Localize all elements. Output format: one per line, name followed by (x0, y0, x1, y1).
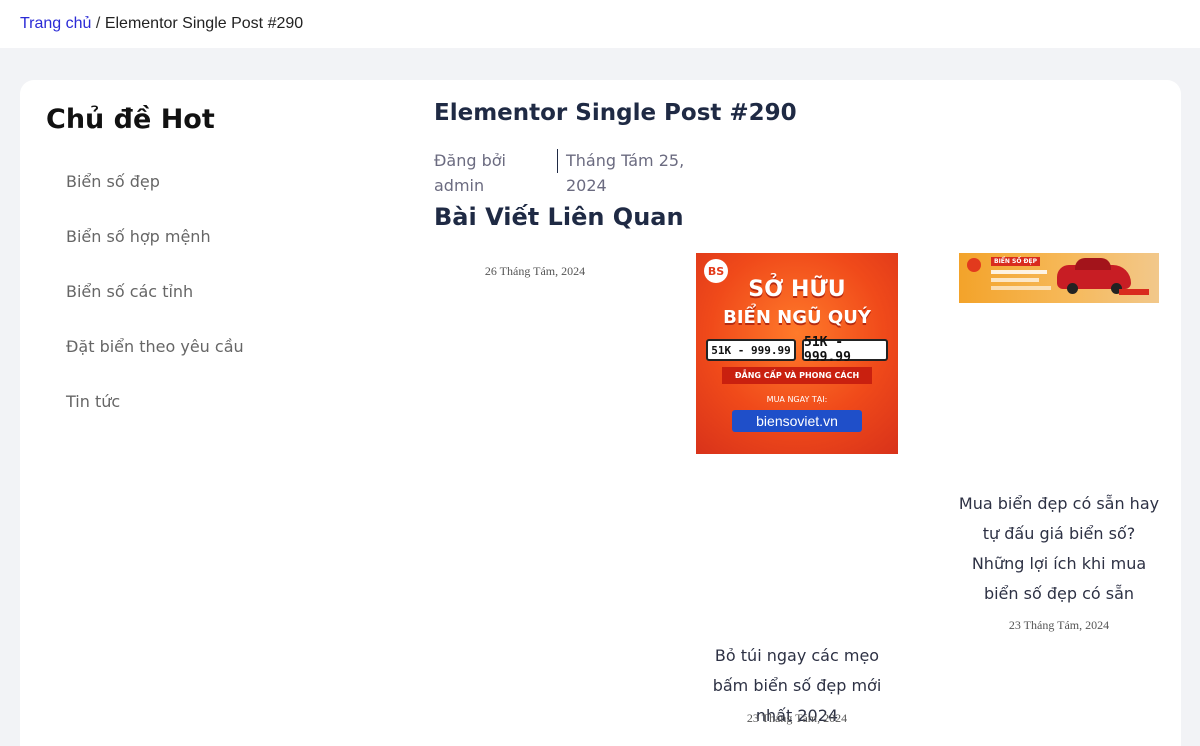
brand-dot-icon (967, 258, 981, 272)
breadcrumb-home-link[interactable]: Trang chủ (20, 15, 91, 32)
promo-headline-2: BIỂN NGŨ QUÝ (723, 307, 871, 328)
promo-headline-1: SỞ HỮU (748, 277, 846, 302)
license-plate-a: 51K - 999.99 (706, 339, 796, 361)
promo-site: biensoviet.vn (732, 410, 862, 432)
related-posts-title: Bài Viết Liên Quan (434, 203, 684, 231)
breadcrumb-current: Elementor Single Post #290 (104, 15, 304, 32)
breadcrumb-separator: / (95, 15, 101, 32)
post-title: Elementor Single Post #290 (434, 100, 797, 126)
sidebar-item-bien-so-hop-menh[interactable]: Biển số hợp mệnh (66, 227, 211, 246)
thumb-tag: BIỂN SỐ ĐẸP (991, 257, 1041, 266)
thumb-text-line (991, 270, 1047, 274)
related-post-3-date: 23 Tháng Tám, 2024 (1008, 618, 1110, 632)
breadcrumb: Trang chủ / Elementor Single Post #290 (20, 15, 303, 33)
sidebar-item-bien-so-cac-tinh[interactable]: Biển số các tỉnh (66, 282, 193, 301)
top-bar: Trang chủ / Elementor Single Post #290 (0, 0, 1200, 48)
post-author: Đăng bởi admin (434, 151, 506, 195)
related-post-3-thumbnail[interactable]: BIỂN SỐ ĐẸP (959, 253, 1159, 303)
thumb-text-line (991, 286, 1051, 290)
car-wheel-icon (1067, 283, 1078, 294)
sidebar-item-bien-so-dep[interactable]: Biển số đẹp (66, 172, 160, 191)
related-post-2-date: 23 Tháng Tám, 2024 (746, 711, 848, 725)
related-post-3-headline[interactable]: Mua biển đẹp có sẵn hay tự đấu giá biển … (954, 489, 1164, 609)
thumb-text-line (991, 278, 1039, 282)
promo-banner: ĐẲNG CẤP VÀ PHONG CÁCH (722, 367, 872, 384)
related-post-1-date: 26 Tháng Tám, 2024 (484, 264, 586, 278)
price-tag-icon (1119, 289, 1149, 295)
promo-buy-now: MUA NGAY TẠI: (766, 395, 828, 404)
sidebar-title: Chủ đề Hot (46, 104, 215, 135)
license-plate-b: 51K - 999.99 (802, 335, 888, 365)
sidebar-item-dat-bien-theo-yeu-cau[interactable]: Đặt biển theo yêu cầu (66, 337, 244, 356)
post-date: Tháng Tám 25, 2024 (566, 151, 685, 195)
meta-divider (557, 149, 558, 173)
related-post-2-thumbnail[interactable]: BS SỞ HỮU BIỂN NGŨ QUÝ 51K - 999.99 51K … (696, 253, 898, 454)
sidebar-item-tin-tuc[interactable]: Tin tức (66, 392, 120, 411)
